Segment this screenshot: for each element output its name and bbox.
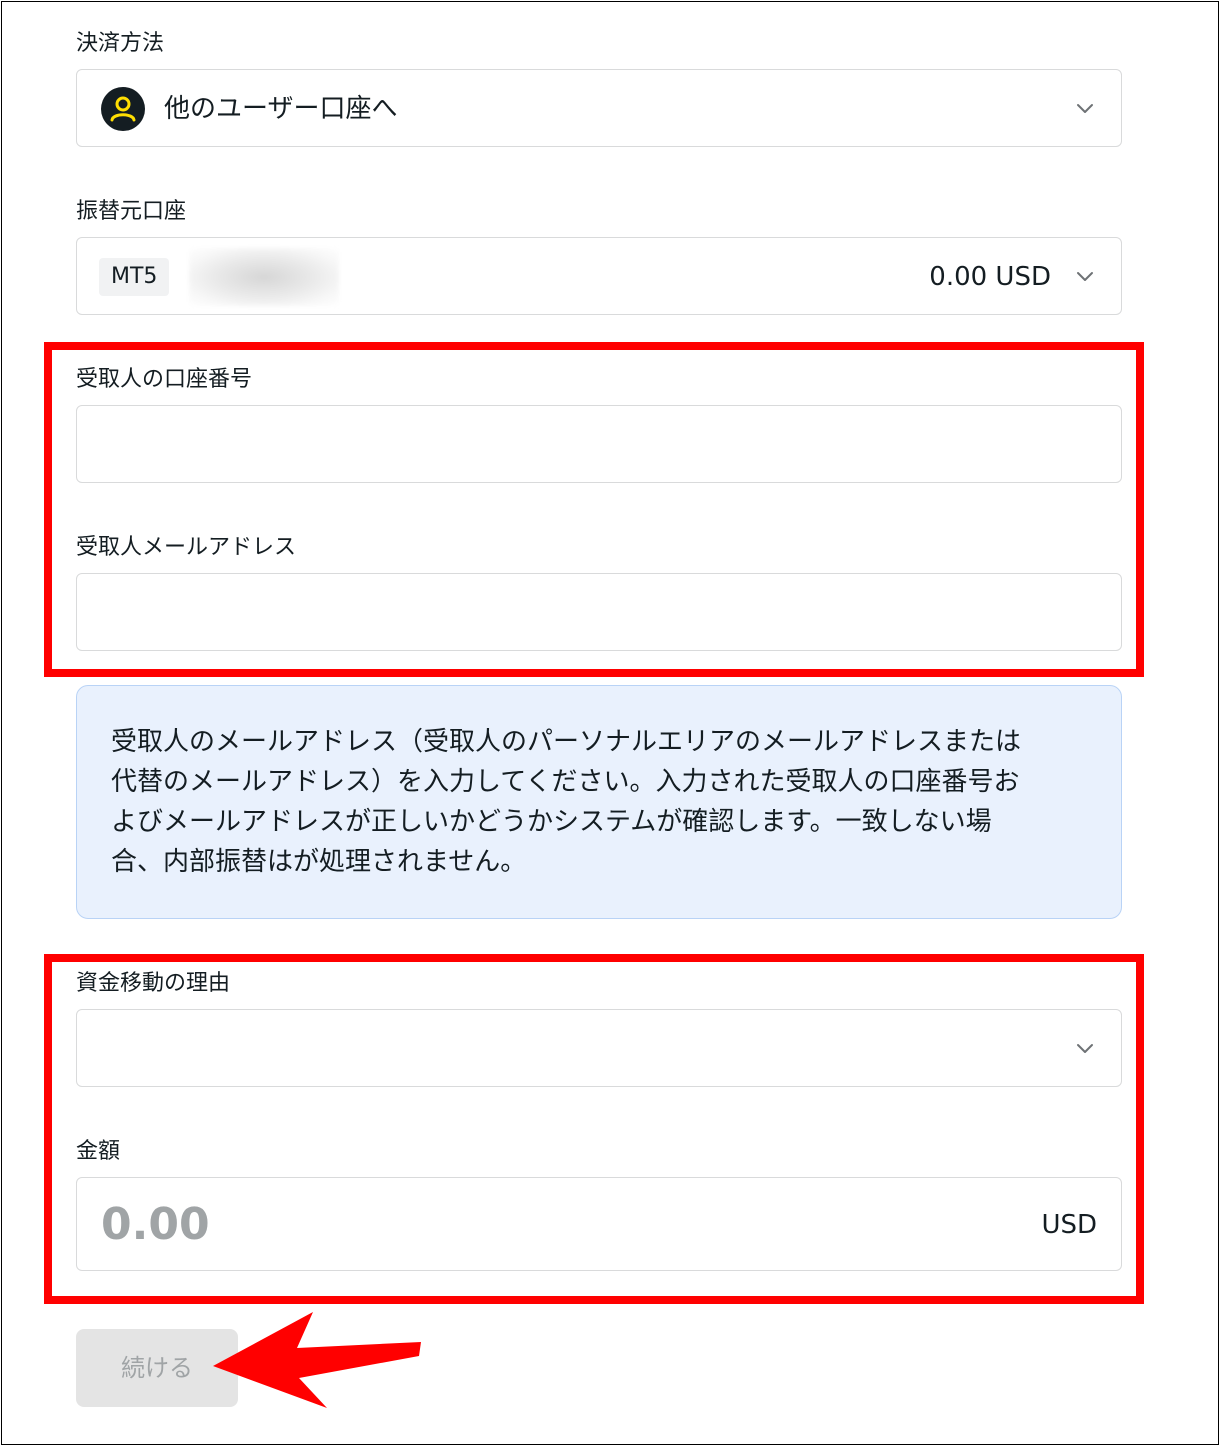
annotation-highlight-recipient: [44, 342, 1144, 677]
payment-method-select[interactable]: 他のユーザー口座へ: [76, 69, 1122, 147]
payment-method-label: 決済方法: [76, 31, 165, 56]
source-account-label: 振替元口座: [76, 199, 187, 224]
chevron-down-icon: [1075, 266, 1095, 286]
info-line: 受取人のメールアドレス（受取人のパーソナルエリアのメールアドレスまたは: [111, 727, 1022, 757]
platform-badge: MT5: [99, 258, 170, 296]
info-notice: 受取人のメールアドレス（受取人のパーソナルエリアのメールアドレスまたは 代替のメ…: [76, 685, 1122, 919]
annotation-arrow-icon: [205, 1308, 427, 1416]
annotation-highlight-reason-amount: [44, 954, 1144, 1304]
info-line: 代替のメールアドレス）を入力してください。入力された受取人の口座番号お: [111, 767, 1020, 797]
source-account-select[interactable]: MT5 0.00 USD: [76, 237, 1122, 315]
user-icon: [101, 87, 145, 131]
redacted-account-number: [189, 248, 339, 306]
info-line: 合、内部振替はが処理されません。: [111, 847, 527, 877]
info-line: よびメールアドレスが正しいかどうかシステムが確認します。一致しない場: [111, 807, 992, 837]
account-balance: 0.00 USD: [929, 262, 1051, 292]
payment-method-value: 他のユーザー口座へ: [164, 94, 398, 124]
chevron-down-icon: [1075, 98, 1095, 118]
